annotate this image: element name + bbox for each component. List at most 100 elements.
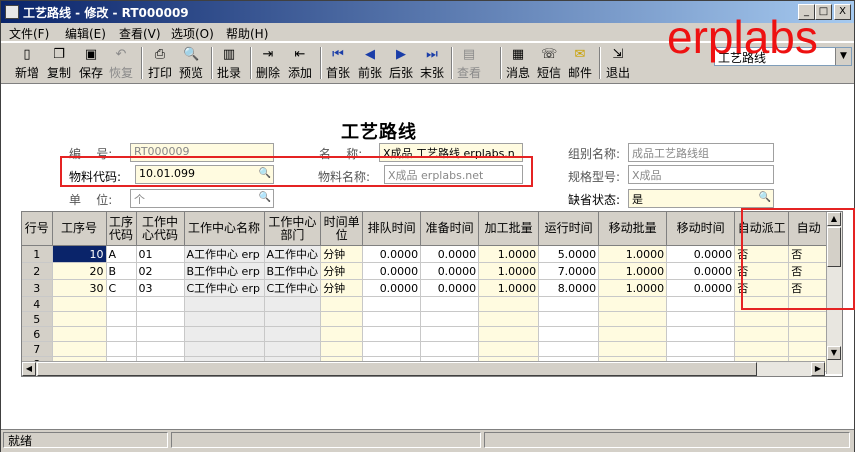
grid-cell[interactable] (136, 311, 185, 327)
grid-cell[interactable] (264, 311, 322, 327)
grid-cell[interactable] (598, 326, 668, 342)
chevron-down-icon[interactable]: ▼ (835, 48, 851, 65)
grid-cell[interactable]: B工作中心 erp (184, 262, 265, 280)
lookup-icon[interactable]: 🔍 (758, 191, 772, 205)
message-button[interactable]: ▦ 消息 (504, 45, 532, 81)
grid-cell[interactable]: 0.0000 (666, 262, 736, 280)
table-row[interactable]: 4 (22, 296, 830, 312)
mail-button[interactable]: ✉ 邮件 (566, 45, 594, 81)
grid-cell[interactable] (184, 341, 265, 357)
grid-cell[interactable] (264, 326, 322, 342)
grid-cell[interactable]: 01 (136, 245, 185, 263)
grid-cell[interactable] (106, 311, 137, 327)
grid-cell[interactable] (666, 296, 736, 312)
grid-cell[interactable]: A (106, 245, 137, 263)
grid-cell[interactable] (52, 341, 107, 357)
batch-entry-button[interactable]: ▥ 批录 (215, 45, 243, 81)
grid-cell[interactable]: 0.0000 (420, 245, 480, 263)
grid-cell[interactable]: A工作中心 (264, 245, 322, 263)
delete-row-button[interactable]: ⇥ 删除 (254, 45, 282, 81)
grid-cell[interactable] (136, 296, 185, 312)
grid-cell[interactable] (184, 296, 265, 312)
new-button[interactable]: ▯ 新增 (13, 45, 41, 81)
grid-cell[interactable]: 5.0000 (538, 245, 600, 263)
grid-cell[interactable] (362, 326, 422, 342)
scroll-down-icon[interactable]: ▼ (827, 346, 841, 360)
col-header[interactable]: 移动时间 (666, 212, 736, 246)
grid-cell[interactable] (106, 341, 137, 357)
view-button[interactable]: ▤ 查看 (455, 45, 483, 81)
col-header[interactable]: 准备时间 (420, 212, 480, 246)
grid-cell[interactable]: 分钟 (320, 279, 364, 297)
grid-cell[interactable]: 02 (136, 262, 185, 280)
grid-cell[interactable] (538, 326, 600, 342)
preview-button[interactable]: 🔍 预览 (177, 45, 205, 81)
col-header[interactable]: 移动批量 (598, 212, 668, 246)
menu-file[interactable]: 文件(F) (9, 25, 49, 42)
exit-button[interactable]: ⇲ 退出 (604, 45, 632, 81)
col-header[interactable]: 行号 (22, 212, 53, 246)
routing-grid[interactable]: 行号 工序号 工序代码 工作中心代码 工作中心名称 工作中心部门 时间单位 排队… (21, 211, 843, 377)
grid-cell[interactable] (598, 311, 668, 327)
next-record-button[interactable]: ▶ 后张 (387, 45, 415, 81)
grid-cell[interactable] (788, 341, 830, 357)
last-record-button[interactable]: ⏭ 末张 (418, 45, 446, 81)
print-button[interactable]: ⎙ 打印 (146, 45, 174, 81)
grid-cell[interactable] (788, 326, 830, 342)
grid-cell[interactable]: 0.0000 (362, 245, 422, 263)
grid-cell[interactable] (788, 311, 830, 327)
grid-cell[interactable] (52, 311, 107, 327)
col-header[interactable]: 工序代码 (106, 212, 137, 246)
col-header[interactable]: 时间单位 (320, 212, 364, 246)
grid-cell[interactable] (666, 311, 736, 327)
grid-cell[interactable] (136, 326, 185, 342)
menu-view[interactable]: 查看(V) (119, 25, 161, 42)
col-header[interactable]: 工作中心名称 (184, 212, 265, 246)
lookup-icon[interactable]: 🔍 (258, 191, 272, 205)
grid-cell[interactable]: A工作中心 erp (184, 245, 265, 263)
grid-cell[interactable] (320, 326, 364, 342)
scroll-right-icon[interactable]: ▶ (811, 362, 825, 376)
grid-cell[interactable]: B工作中心 (264, 262, 322, 280)
table-row[interactable]: 1 10 A 01 A工作中心 erp A工作中心 分钟 0.0000 0.0000 1.0000… (22, 245, 830, 263)
grid-cell[interactable] (478, 326, 540, 342)
grid-cell[interactable]: 7.0000 (538, 262, 600, 280)
grid-cell[interactable] (420, 296, 480, 312)
menu-options[interactable]: 选项(O) (171, 25, 214, 42)
grid-cell[interactable] (362, 311, 422, 327)
col-header[interactable]: 运行时间 (538, 212, 600, 246)
copy-button[interactable]: ❐ 复制 (45, 45, 73, 81)
shortage-status-field[interactable]: 是 🔍 (628, 189, 774, 208)
grid-cell[interactable] (106, 296, 137, 312)
grid-cell[interactable] (734, 341, 790, 357)
table-row[interactable]: 2 20 B 02 B工作中心 erp B工作中心 分钟 0.0000 0.0000 1.0000… (22, 262, 830, 280)
menu-help[interactable]: 帮助(H) (226, 25, 268, 42)
grid-cell[interactable]: 0.0000 (362, 262, 422, 280)
grid-cell[interactable] (184, 311, 265, 327)
grid-cell[interactable] (420, 326, 480, 342)
grid-cell[interactable]: 8.0000 (538, 279, 600, 297)
col-header[interactable]: 工作中心代码 (136, 212, 185, 246)
grid-cell[interactable] (420, 341, 480, 357)
grid-cell[interactable] (184, 326, 265, 342)
grid-cell[interactable] (538, 341, 600, 357)
spec-field[interactable]: X成品 (628, 165, 774, 184)
col-header[interactable]: 加工批量 (478, 212, 540, 246)
grid-cell[interactable]: C工作中心 (264, 279, 322, 297)
grid-cell[interactable]: 0.0000 (420, 262, 480, 280)
grid-cell[interactable]: 分钟 (320, 262, 364, 280)
grid-cell[interactable]: 0.0000 (420, 279, 480, 297)
grid-cell[interactable] (320, 296, 364, 312)
grid-cell[interactable] (478, 341, 540, 357)
grid-cell[interactable] (264, 296, 322, 312)
table-row[interactable]: 5 (22, 311, 830, 327)
col-header[interactable]: 工序号 (52, 212, 107, 246)
grid-cell[interactable] (420, 311, 480, 327)
grid-cell[interactable]: 30 (52, 279, 107, 297)
table-row[interactable]: 7 (22, 341, 830, 357)
grid-cell[interactable]: 1.0000 (478, 262, 540, 280)
horizontal-scrollbar[interactable]: ◀ ▶ (22, 361, 825, 376)
grid-cell[interactable] (598, 296, 668, 312)
grid-cell[interactable] (598, 341, 668, 357)
grid-cell[interactable] (478, 296, 540, 312)
